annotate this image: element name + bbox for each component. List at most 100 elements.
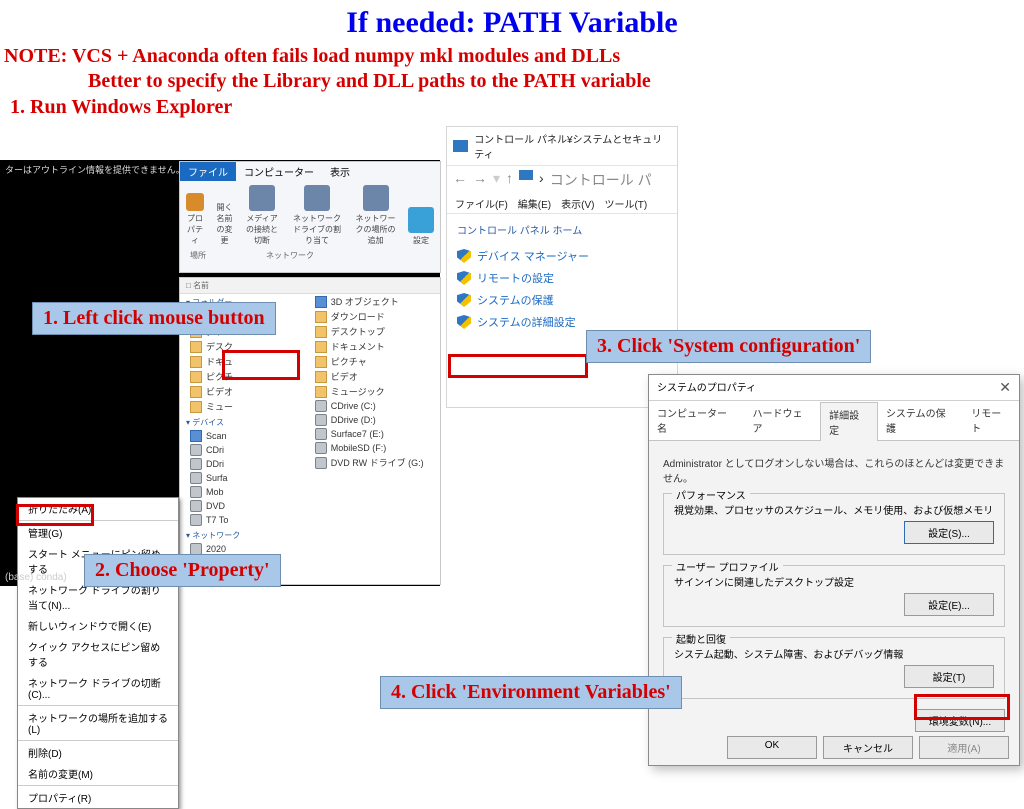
- explorer-ribbon: ファイル コンピューター 表示 プロパティ 開く名前の変更 メディアの接続と切断…: [179, 161, 441, 273]
- note-line1: NOTE: VCS + Anaconda often fails load nu…: [4, 45, 620, 67]
- ctx-new-window[interactable]: 新しいウィンドウで開く(E): [18, 615, 178, 636]
- list-item[interactable]: Surfa: [180, 471, 305, 485]
- menu-file[interactable]: ファイル(F): [455, 196, 508, 211]
- ribbon-rename[interactable]: 名前の変更: [216, 213, 233, 246]
- tab-hardware[interactable]: ハードウェア: [745, 401, 821, 440]
- ctx-disconnect[interactable]: ネットワーク ドライブの切断(C)...: [18, 672, 178, 704]
- group-user-profile: ユーザー プロファイル サインインに関連したデスクトップ設定 設定(E)...: [663, 565, 1005, 627]
- ctx-rename[interactable]: 名前の変更(M): [18, 763, 178, 784]
- ribbon-open[interactable]: 開く: [216, 202, 233, 213]
- step1-header: 1. Run Windows Explorer: [10, 96, 1024, 119]
- ribbon-property[interactable]: プロパティ: [186, 213, 204, 246]
- legend-boot: 起動と回復: [672, 631, 730, 646]
- ribbon-settings[interactable]: 設定: [408, 235, 434, 246]
- legend-profile: ユーザー プロファイル: [672, 559, 783, 574]
- list-item[interactable]: DDri: [180, 457, 305, 471]
- list-item[interactable]: CDri: [180, 443, 305, 457]
- cancel-button[interactable]: キャンセル: [823, 736, 913, 759]
- callout-1: 1. Left click mouse button: [32, 302, 276, 335]
- group-device: ▾ デバイス: [180, 414, 305, 429]
- list-item[interactable]: ドキュメント: [305, 339, 440, 354]
- cpanel-address: コントロール パネル¥システムとセキュリティ: [474, 131, 671, 161]
- note-text: NOTE: VCS + Anaconda often fails load nu…: [4, 44, 1024, 94]
- ribbon-netdrive[interactable]: ネットワーク ドライブの割り当て: [291, 213, 343, 246]
- list-item[interactable]: Mob: [180, 485, 305, 499]
- ctx-add-netloc[interactable]: ネットワークの場所を追加する(L): [18, 707, 178, 739]
- tab-protect[interactable]: システムの保護: [878, 401, 963, 440]
- list-item[interactable]: DDrive (D:): [305, 413, 440, 427]
- list-item[interactable]: ミュージック: [305, 384, 440, 399]
- computer-icon: [249, 185, 275, 211]
- desc-boot: システム起動、システム障害、およびデバッグ情報: [674, 646, 994, 661]
- menu-view[interactable]: 表示(V): [561, 196, 594, 211]
- link-device-manager[interactable]: デバイス マネージャー: [447, 245, 677, 267]
- list-item[interactable]: ビデオ: [305, 369, 440, 384]
- group-startup-recovery: 起動と回復 システム起動、システム障害、およびデバッグ情報 設定(T): [663, 637, 1005, 699]
- list-item[interactable]: DVD: [180, 499, 305, 513]
- list-item[interactable]: CDrive (C:): [305, 399, 440, 413]
- tab-file[interactable]: ファイル: [180, 162, 236, 181]
- list-item[interactable]: デスクトップ: [305, 324, 440, 339]
- ribbon-netloc[interactable]: ネットワークの場所の追加: [355, 213, 396, 246]
- list-item[interactable]: Surface7 (E:): [305, 427, 440, 441]
- shield-icon: [457, 249, 471, 263]
- ctx-property[interactable]: プロパティ(R): [18, 787, 178, 808]
- tab-remote[interactable]: リモート: [963, 401, 1019, 440]
- slide-title: If needed: PATH Variable: [0, 6, 1024, 40]
- ctx-delete[interactable]: 削除(D): [18, 742, 178, 763]
- list-item[interactable]: ミュー: [180, 399, 305, 414]
- breadcrumb[interactable]: コントロール パ: [550, 170, 652, 190]
- close-icon[interactable]: ✕: [999, 379, 1011, 396]
- ribbon-media[interactable]: メディアの接続と切断: [245, 213, 279, 246]
- ok-button[interactable]: OK: [727, 736, 817, 759]
- forward-button[interactable]: →: [473, 170, 487, 190]
- back-button[interactable]: ←: [453, 170, 467, 190]
- callout-2: 2. Choose 'Property': [84, 554, 281, 587]
- note-line2: Better to specify the Library and DLL pa…: [4, 69, 1024, 94]
- boot-settings-button[interactable]: 設定(T): [904, 665, 994, 688]
- cpanel-home-link[interactable]: コントロール パネル ホーム: [447, 214, 677, 245]
- link-system-protect[interactable]: システムの保護: [447, 289, 677, 311]
- checkbox-icon: [186, 193, 204, 211]
- dialog-title: システムのプロパティ: [657, 379, 756, 396]
- callout-3: 3. Click 'System configuration': [586, 330, 871, 363]
- legend-performance: パフォーマンス: [672, 487, 750, 502]
- tab-computer[interactable]: コンピューター: [236, 162, 322, 181]
- ribbon-group-location: 場所: [190, 250, 206, 261]
- ribbon-group-network: ネットワーク: [266, 250, 314, 261]
- list-item[interactable]: ビデオ: [180, 384, 305, 399]
- netdrive-icon: [304, 185, 330, 211]
- tab-computer-name[interactable]: コンピューター名: [649, 401, 745, 440]
- desc-profile: サインインに関連したデスクトップ設定: [674, 574, 994, 589]
- highlight-env-var: [914, 694, 1010, 720]
- terminal-prompt: (base) conda): [5, 572, 67, 583]
- list-item[interactable]: Scan: [180, 429, 305, 443]
- ctx-pin-quick[interactable]: クイック アクセスにピン留めする: [18, 636, 178, 672]
- shield-icon: [457, 293, 471, 307]
- menu-edit[interactable]: 編集(E): [518, 196, 551, 211]
- tab-advanced[interactable]: 詳細設定: [820, 402, 878, 441]
- highlight-system-advanced: [448, 354, 588, 378]
- list-item[interactable]: ダウンロード: [305, 309, 440, 324]
- list-item[interactable]: DVD RW ドライブ (G:): [305, 455, 440, 470]
- list-item[interactable]: MobileSD (F:): [305, 441, 440, 455]
- shield-icon: [457, 315, 471, 329]
- tab-display[interactable]: 表示: [322, 162, 358, 181]
- shield-icon: [457, 271, 471, 285]
- callout-4: 4. Click 'Environment Variables': [380, 676, 682, 709]
- apply-button[interactable]: 適用(A): [919, 736, 1009, 759]
- list-item[interactable]: 3D オブジェクト: [305, 294, 440, 309]
- column-name[interactable]: 名前: [193, 281, 209, 290]
- up-button[interactable]: ↑: [506, 170, 513, 190]
- profile-settings-button[interactable]: 設定(E)...: [904, 593, 994, 616]
- list-item[interactable]: T7 To: [180, 513, 305, 527]
- perf-settings-button[interactable]: 設定(S)...: [904, 521, 994, 544]
- cpanel-icon: [453, 140, 468, 152]
- menu-tool[interactable]: ツール(T): [604, 196, 647, 211]
- highlight-3d-objects: [222, 350, 300, 380]
- link-remote[interactable]: リモートの設定: [447, 267, 677, 289]
- desc-performance: 視覚効果、プロセッサのスケジュール、メモリ使用、および仮想メモリ: [674, 502, 994, 517]
- list-item[interactable]: ピクチャ: [305, 354, 440, 369]
- group-performance: パフォーマンス 視覚効果、プロセッサのスケジュール、メモリ使用、および仮想メモリ…: [663, 493, 1005, 555]
- context-menu: 折りたたみ(A) 管理(G) スタート メニューにピン留めする ネットワーク ド…: [17, 497, 179, 809]
